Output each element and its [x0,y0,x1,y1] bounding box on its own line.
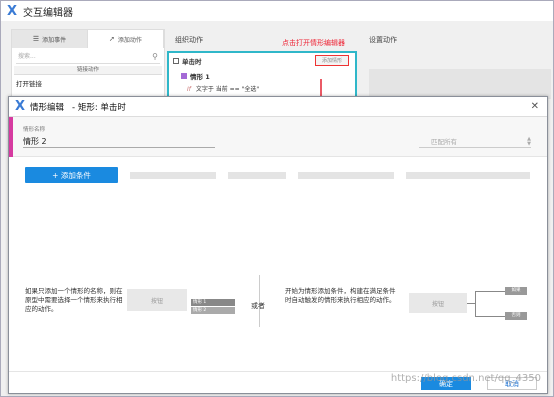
demo-case-2: 情形 2 [191,307,235,314]
window-titlebar: Ⅹ 交互编辑器 [1,1,553,21]
dialog-titlebar: Ⅹ 情形编辑 - 矩形: 单击时 ✕ [9,97,547,117]
action-open-link[interactable]: 打开链接 [12,75,164,91]
demo-button-right: 按钮 [409,293,467,313]
demo-button-left: 按钮 [127,289,187,311]
demo-branch-else: 否则 [505,312,527,320]
search-input[interactable]: 搜索... ⚲ [16,50,160,64]
actions-library-panel: ☰ 添加事件 ➚ 添加动作 搜索... ⚲ 链接动作 打开链接 [11,29,165,99]
match-select[interactable]: 匹配所有 ▲ ▼ [419,136,531,148]
help-text-left: 如果只添加一个情形的名称，则在原型中需要选择一个情形来执行相应的动作。 [25,287,123,313]
dialog-footer: 确定 取消 https://blog.csdn.net/qq_4350 [9,371,547,393]
branch-line [475,291,505,292]
add-condition-button[interactable]: + 添加条件 [25,167,118,183]
case-row[interactable]: 情形 1 [169,69,355,83]
dialog-title: 情形编辑 [30,102,65,113]
settings-placeholder [369,69,551,99]
column-placeholder [130,172,216,179]
branch-line [467,303,475,304]
branch-line [475,316,505,317]
library-tabs: ☰ 添加事件 ➚ 添加动作 [12,30,164,48]
case-label: 情形 1 [190,73,210,81]
tab-add-action[interactable]: ➚ 添加动作 [88,30,164,48]
dialog-subtitle-text: 矩形: 单击时 [77,102,126,113]
close-icon[interactable]: ✕ [531,101,539,112]
category-header[interactable]: 链接动作 [14,66,162,75]
tab-add-event-label: 添加事件 [42,36,67,44]
case-icon [181,73,187,79]
settings-panel: 设置动作 [361,29,551,99]
demo-case-1: 情形 1 [191,299,235,306]
column-placeholder [298,172,394,179]
collapse-icon[interactable] [173,58,179,64]
dialog-subtitle: - 矩形: 单击时 [72,102,126,113]
search-icon: ⚲ [152,52,158,61]
match-select-value: 匹配所有 [431,138,457,146]
or-text: 或者 [251,302,265,310]
dialog-logo-icon: Ⅹ [15,99,26,114]
case-name-area: 情形名称 情形 2 匹配所有 ▲ ▼ [9,117,547,157]
column-placeholder [228,172,286,179]
help-text-right: 开始为情形添加条件，构建在满足条件时自动触发的情形来执行相应的动作。 [285,287,396,304]
column-placeholder [406,172,530,179]
settings-title: 设置动作 [369,36,397,44]
case-color-bar [9,117,13,157]
case-name-input[interactable]: 情形 2 [23,136,215,148]
checklist-icon: ☰ [32,35,40,43]
app-logo-icon: Ⅹ [7,3,18,19]
condition-text: 文字于 当前 == "全选" [195,86,260,93]
watermark: https://blog.csdn.net/qq_4350 [390,373,541,384]
annotation-note: 点击打开情形编辑器 [282,39,345,47]
window-title: 交互编辑器 [23,7,74,19]
chevron-updown-icon: ▲ ▼ [527,136,531,147]
add-case-button[interactable]: 添加情形 [314,55,349,66]
condition-if: If [187,86,191,93]
event-row[interactable]: 单击时 添加情形 [169,53,355,69]
demo-branch-if: 如果 [505,287,527,295]
search-placeholder: 搜索... [18,53,36,60]
condition-row[interactable]: If 文字于 当前 == "全选" [169,83,355,94]
case-editor-dialog: Ⅹ 情形编辑 - 矩形: 单击时 ✕ 情形名称 情形 2 匹配所有 ▲ ▼ + 添… [8,96,548,394]
branch-line [475,291,476,317]
tab-add-action-label: 添加动作 [117,36,142,44]
editor-body: ☰ 添加事件 ➚ 添加动作 搜索... ⚲ 链接动作 打开链接 组织动作 单击时 [7,27,551,99]
event-label: 单击时 [182,58,202,66]
event-tree: 单击时 添加情形 情形 1 If 文字于 当前 == "全选" [167,51,357,99]
case-name-label: 情形名称 [23,127,46,133]
tab-add-event[interactable]: ☰ 添加事件 [12,30,88,48]
cursor-icon: ➚ [109,35,115,43]
